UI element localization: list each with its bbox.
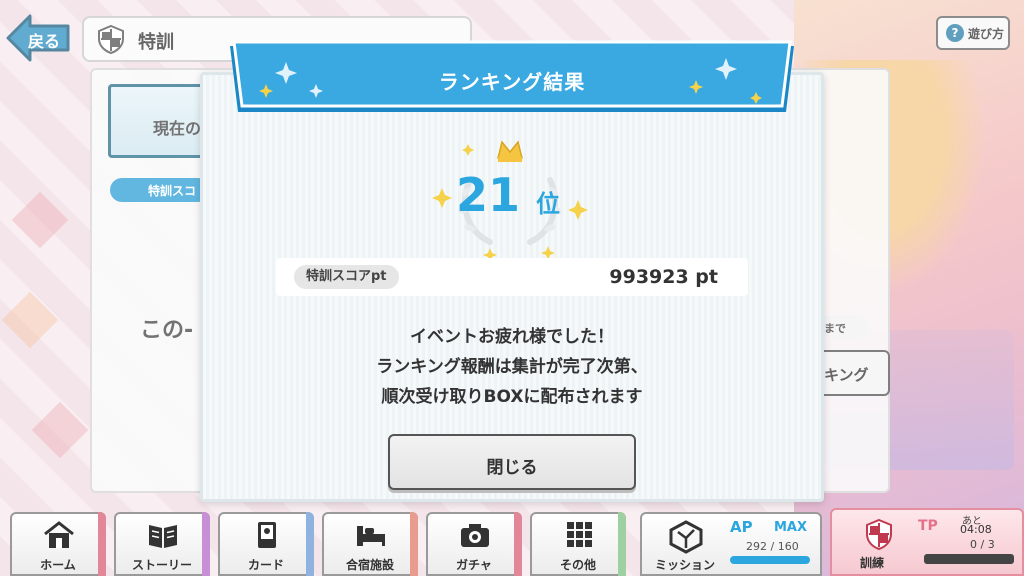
- message-line: 順次受け取りBOXに配布されます: [381, 387, 643, 407]
- camera-icon: [461, 524, 489, 547]
- bed-icon: [357, 526, 385, 546]
- dialog-title: ランキング結果: [438, 70, 586, 94]
- message-line: イベントお疲れ様でした！: [410, 327, 614, 347]
- close-button[interactable]: 閉じる: [388, 434, 636, 490]
- ap-progress-fill: [730, 556, 810, 564]
- nav-training-label: 訓練: [860, 556, 885, 570]
- nav-accent: [514, 512, 522, 576]
- tp-count: 0 / 3: [970, 538, 995, 551]
- ap-count: 292 / 160: [746, 540, 799, 553]
- grid-icon: [567, 522, 592, 547]
- home-icon: [44, 521, 74, 548]
- training-score-value: 993923 pt: [609, 266, 718, 288]
- nav-gacha[interactable]: ガチャ: [426, 512, 522, 576]
- nav-story-label: ストーリー: [131, 558, 192, 572]
- crown-icon: [497, 140, 523, 162]
- nav-training[interactable]: 訓練 TP あと 04:08 0 / 3: [830, 508, 1024, 576]
- nav-camp-facility-label: 合宿施設: [345, 558, 394, 572]
- nav-card-label: カード: [247, 558, 284, 572]
- event-end-message: イベントお疲れ様でした！ ランキング報酬は集計が完了次第、 順次受け取りBOXに…: [200, 322, 824, 412]
- ap-progress-bar: [730, 556, 810, 564]
- nav-story[interactable]: ストーリー: [114, 512, 210, 576]
- mission-icon: [669, 520, 703, 554]
- nav-accent: [410, 512, 418, 576]
- nav-home[interactable]: ホーム: [10, 512, 106, 576]
- nav-other[interactable]: その他: [530, 512, 626, 576]
- message-line: ランキング報酬は集計が完了次第、: [376, 357, 648, 377]
- nav-accent: [202, 512, 210, 576]
- nav-home-label: ホーム: [40, 558, 76, 572]
- nav-other-label: その他: [559, 558, 596, 572]
- nav-gacha-label: ガチャ: [456, 558, 492, 572]
- tp-progress-bar: [924, 554, 1014, 564]
- card-icon: [258, 522, 276, 548]
- nav-accent: [98, 512, 106, 576]
- rank-suffix: 位: [536, 190, 560, 218]
- ap-max-label: MAX: [774, 520, 808, 535]
- nav-accent: [618, 512, 626, 576]
- rank-number: 21: [456, 168, 521, 222]
- nav-camp-facility[interactable]: 合宿施設: [322, 512, 418, 576]
- tp-label: TP: [918, 518, 938, 534]
- training-score-label: 特訓スコアpt: [294, 265, 399, 289]
- ap-label: AP: [730, 518, 753, 536]
- training-score-row: 特訓スコアpt 993923 pt: [276, 258, 748, 296]
- close-button-label: 閉じる: [486, 458, 538, 478]
- dialog-title-ribbon: ランキング結果: [226, 40, 798, 118]
- tp-recovery-time: 04:08: [960, 523, 992, 536]
- nav-mission-label: ミッション: [654, 558, 715, 572]
- shield-icon: [866, 518, 892, 550]
- nav-mission[interactable]: ミッション AP MAX 292 / 160: [640, 512, 822, 576]
- nav-card[interactable]: カード: [218, 512, 314, 576]
- nav-accent: [306, 512, 314, 576]
- book-icon: [149, 525, 177, 548]
